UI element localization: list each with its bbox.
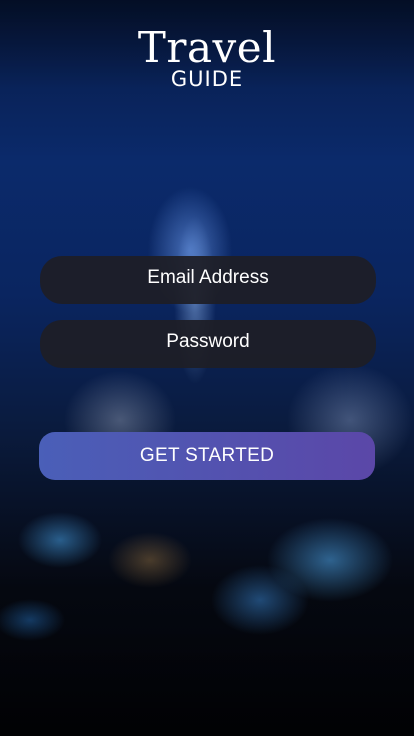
password-field[interactable]: Password [40,320,376,368]
logo-subtitle: GUIDE [170,67,244,91]
email-field-label: Email Address [147,267,269,288]
login-screen: Travel GUIDE Email Address Password GET … [0,0,414,736]
city-night-background [0,0,414,736]
email-field[interactable]: Email Address [40,256,376,304]
get-started-button[interactable]: GET STARTED [39,432,375,480]
app-logo: Travel GUIDE [0,23,414,91]
logo-title: Travel [137,23,277,72]
password-field-label: Password [166,331,250,352]
get-started-label: GET STARTED [139,445,275,466]
